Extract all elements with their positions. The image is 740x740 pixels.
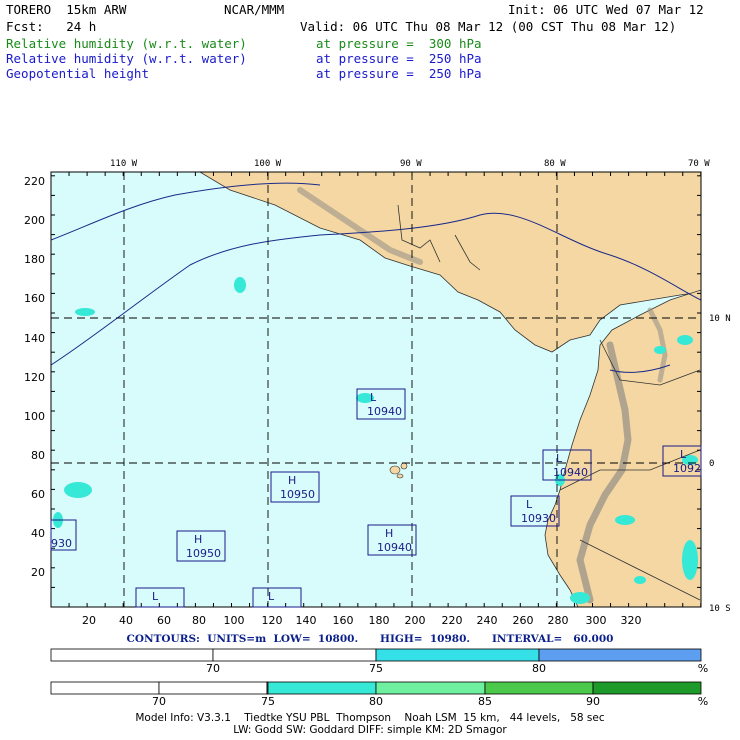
- colorbar-2-labels: 70 75 80 85 90 %: [152, 695, 708, 708]
- center-value: 10940: [553, 466, 588, 479]
- colorbar-label: 80: [369, 695, 383, 708]
- y-tick: 180: [24, 253, 45, 266]
- lon-label: 100 W: [254, 159, 282, 169]
- colorbar-swatch: [375, 648, 540, 662]
- y-tick: 140: [24, 332, 45, 345]
- colorbar-swatch: [592, 681, 702, 695]
- x-tick: 120: [262, 614, 283, 627]
- x-tick: 80: [192, 614, 206, 627]
- x-tick: 220: [442, 614, 463, 627]
- colorbar-label: 75: [369, 662, 383, 675]
- x-tick: 20: [82, 614, 96, 627]
- center-value: 10940: [367, 405, 402, 418]
- center-type: H: [385, 527, 393, 540]
- lon-label: 110 W: [110, 159, 138, 169]
- lat-label: 10 N: [709, 314, 731, 324]
- x-tick: 260: [513, 614, 534, 627]
- colorbar-1-labels: 70 75 80 %: [206, 662, 708, 675]
- x-tick: 40: [119, 614, 133, 627]
- colorbar-label: 75: [261, 695, 275, 708]
- center-type: H: [194, 533, 202, 546]
- y-tick: 220: [24, 175, 45, 188]
- center-value: 1092: [673, 462, 701, 475]
- x-tick: 100: [224, 614, 245, 627]
- model-info-line1: Model Info: V3.3.1 Tiedtke YSU PBL Thomp…: [135, 712, 605, 724]
- x-tick: 200: [405, 614, 426, 627]
- x-tick: 240: [477, 614, 498, 627]
- lat-label: 0: [709, 459, 714, 469]
- center-type: L: [268, 590, 275, 603]
- colorbar-swatch: [484, 681, 594, 695]
- colorbar-label: %: [698, 695, 708, 708]
- y-tick-labels: 220 200 180 160 140 120 100 80 60 40 20: [24, 175, 45, 579]
- x-tick: 180: [369, 614, 390, 627]
- model-info-line2: LW: Godd SW: Goddard DIFF: simple KM: 2D…: [233, 724, 507, 736]
- lon-label: 80 W: [544, 159, 566, 169]
- center-type: L: [680, 448, 687, 461]
- lat-labels: 10 N 0 10 S: [709, 314, 731, 614]
- colorbar-label: 70: [152, 695, 166, 708]
- center-value: 10950: [186, 547, 221, 560]
- center-type: L: [526, 498, 533, 511]
- x-tick: 160: [333, 614, 354, 627]
- x-tick: 140: [296, 614, 317, 627]
- lon-label: 90 W: [400, 159, 422, 169]
- colorbar-label: 85: [478, 695, 492, 708]
- x-tick: 300: [586, 614, 607, 627]
- colorbar-label: %: [698, 662, 708, 675]
- lon-labels: 110 W 100 W 90 W 80 W 70 W: [110, 159, 710, 169]
- y-tick: 20: [31, 566, 45, 579]
- center-value: 10950: [280, 488, 315, 501]
- x-tick: 280: [548, 614, 569, 627]
- colorbar-label: 90: [586, 695, 600, 708]
- lon-label: 70 W: [688, 159, 710, 169]
- center-type: L: [370, 391, 377, 404]
- y-tick: 120: [24, 371, 45, 384]
- colorbar-swatch: [267, 681, 377, 695]
- x-tick: 60: [157, 614, 171, 627]
- y-tick: 80: [31, 449, 45, 462]
- center-type: L: [152, 590, 159, 603]
- contours-info: CONTOURS: UNITS=m LOW= 10800. HIGH= 1098…: [126, 633, 614, 645]
- y-tick: 60: [31, 488, 45, 501]
- center-type: L: [556, 452, 563, 465]
- center-type: H: [288, 474, 296, 487]
- colorbar-rh-300: [50, 681, 702, 695]
- colorbar-label: 70: [206, 662, 220, 675]
- colorbar-label: 80: [532, 662, 546, 675]
- y-tick: 200: [24, 214, 45, 227]
- x-tick-labels: 20 40 60 80 100 120 140 160 180 200 220 …: [82, 614, 642, 627]
- center-value: 10940: [377, 541, 412, 554]
- y-tick: 160: [24, 292, 45, 305]
- weather-map: L 10940 H 10950 H 10950 H 10940 L 10940 …: [24, 159, 731, 708]
- colorbar-rh-250: [50, 648, 702, 662]
- colorbar-swatch: [538, 648, 702, 662]
- y-tick: 100: [24, 410, 45, 423]
- y-tick: 40: [31, 527, 45, 540]
- center-value: 10930: [521, 512, 556, 525]
- x-tick: 320: [621, 614, 642, 627]
- lat-label: 10 S: [709, 604, 731, 614]
- colorbar-swatch: [375, 681, 486, 695]
- center-value: 930: [51, 537, 72, 550]
